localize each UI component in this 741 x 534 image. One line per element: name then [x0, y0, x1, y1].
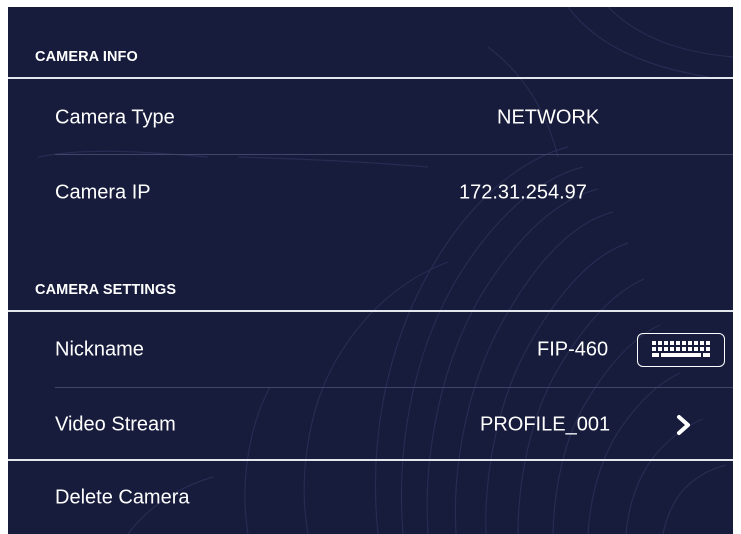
delete-camera-row[interactable]: Delete Camera	[8, 461, 733, 534]
camera-info-section-header: CAMERA INFO	[8, 7, 733, 79]
camera-type-row: Camera Type NETWORK	[8, 80, 733, 155]
nickname-row[interactable]: Nickname FIP-460	[8, 312, 733, 387]
camera-settings-title: CAMERA SETTINGS	[35, 282, 177, 298]
keyboard-icon	[652, 341, 710, 357]
camera-ip-value: 172.31.254.97	[459, 181, 587, 203]
keyboard-button[interactable]	[637, 333, 725, 367]
video-stream-label: Video Stream	[55, 413, 176, 435]
camera-settings-screen: CAMERA INFO Camera Type NETWORK 172.31.2…	[8, 7, 733, 534]
chevron-right-icon[interactable]	[670, 408, 700, 442]
nickname-value: FIP-460	[537, 338, 609, 360]
video-stream-row[interactable]: Video Stream PROFILE_001	[8, 387, 733, 462]
delete-camera-button[interactable]: Delete Camera	[55, 486, 190, 509]
nickname-label: Nickname	[55, 338, 144, 360]
camera-ip-row: 172.31.254.97 Camera IP	[8, 155, 733, 230]
video-stream-value: PROFILE_001	[480, 413, 611, 435]
camera-type-value: NETWORK	[497, 106, 600, 128]
camera-type-label: Camera Type	[55, 106, 175, 128]
camera-settings-section-header: CAMERA SETTINGS	[8, 240, 733, 312]
camera-info-title: CAMERA INFO	[35, 49, 138, 65]
camera-ip-label: Camera IP	[55, 181, 151, 203]
